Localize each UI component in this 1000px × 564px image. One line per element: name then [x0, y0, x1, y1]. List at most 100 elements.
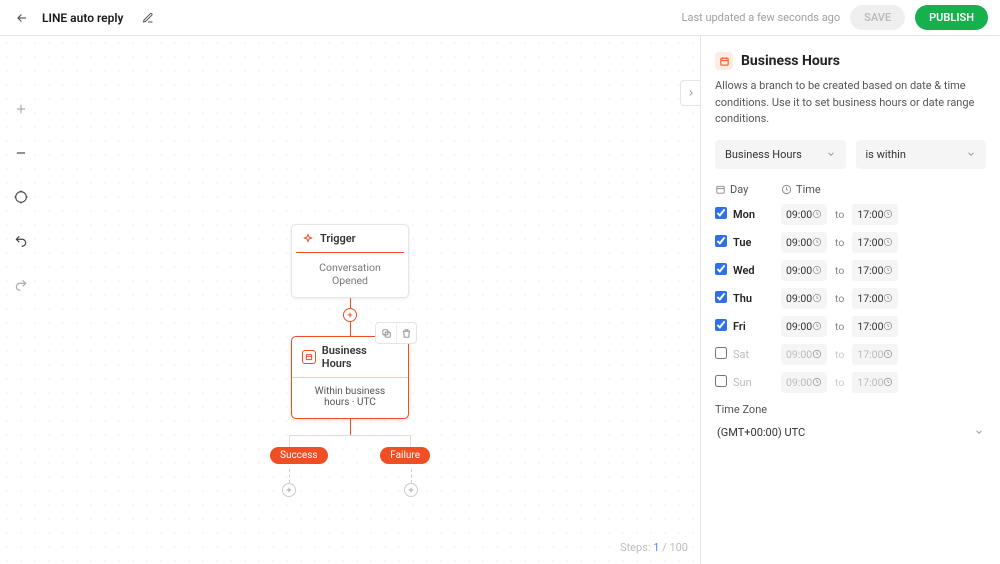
- branch-split: Success Failure: [270, 419, 430, 469]
- schedule-header-row: Day Time: [715, 183, 986, 196]
- condition-operator-select[interactable]: is within: [856, 140, 987, 169]
- steps-current: 1: [653, 541, 659, 554]
- day-enabled-checkbox[interactable]: [715, 319, 727, 331]
- end-time-value: 17:00: [857, 376, 883, 389]
- connector: [289, 435, 411, 436]
- spark-icon: [302, 233, 314, 245]
- add-success-step-button[interactable]: [282, 483, 296, 497]
- add-failure-step-button[interactable]: [404, 483, 418, 497]
- steps-counter: Steps: 1 / 100: [620, 541, 688, 554]
- fit-view-button[interactable]: [10, 186, 32, 208]
- end-time-field[interactable]: 17:00: [852, 260, 898, 281]
- trigger-node[interactable]: Trigger Conversation Opened: [291, 224, 409, 298]
- start-time-field[interactable]: 09:00: [781, 232, 827, 253]
- plus-icon: [346, 311, 354, 319]
- day-name: Wed: [733, 264, 781, 277]
- clock-icon: [781, 184, 792, 195]
- top-bar-left: LINE auto reply: [12, 8, 157, 28]
- undo-icon: [13, 234, 29, 248]
- clock-icon: [812, 265, 822, 275]
- day-name: Sun: [733, 376, 781, 389]
- last-updated-text: Last updated a few seconds ago: [682, 11, 841, 24]
- branch-success-chip[interactable]: Success: [270, 447, 328, 464]
- start-time-value: 09:00: [786, 208, 812, 221]
- business-hours-node[interactable]: Business Hours Within business hours · U…: [291, 336, 409, 419]
- condition-operator-value: is within: [866, 148, 906, 161]
- connector: [289, 469, 290, 483]
- day-name: Tue: [733, 236, 781, 249]
- trigger-event-text: Conversation Opened: [292, 253, 408, 297]
- start-time-field[interactable]: 09:00: [781, 288, 827, 309]
- start-time-field[interactable]: 09:00: [781, 260, 827, 281]
- chevron-right-icon: [686, 88, 696, 98]
- config-panel: Business Hours Allows a branch to be cre…: [700, 36, 1000, 564]
- day-row: Tue09:00to17:00: [715, 232, 986, 253]
- start-time-field: 09:00: [781, 344, 827, 365]
- timezone-value: (GMT+00:00) UTC: [717, 426, 805, 439]
- start-time-value: 09:00: [786, 376, 812, 389]
- add-step-button[interactable]: [343, 308, 357, 322]
- calendar-icon: [715, 184, 726, 195]
- chevron-down-icon: [826, 149, 836, 159]
- connector: [411, 469, 412, 483]
- connector: [350, 419, 351, 435]
- end-time-value: 17:00: [857, 264, 883, 277]
- collapse-panel-button[interactable]: [680, 80, 700, 106]
- trigger-label: Trigger: [320, 232, 356, 245]
- steps-label: Steps:: [620, 541, 650, 554]
- condition-type-select[interactable]: Business Hours: [715, 140, 846, 169]
- start-time-value: 09:00: [786, 348, 812, 361]
- crosshair-icon: [13, 189, 29, 205]
- back-button[interactable]: [12, 8, 32, 28]
- day-row: Fri 09:00 to 17:00: [715, 316, 986, 337]
- end-time-value: 17:00: [857, 208, 883, 221]
- branch-failure-chip[interactable]: Failure: [380, 447, 430, 464]
- start-time-value: 09:00: [786, 292, 812, 305]
- edit-title-button[interactable]: [139, 9, 157, 27]
- connector: [289, 435, 290, 447]
- start-time-value: 09:00: [786, 236, 812, 249]
- start-time-value: 09:00: [786, 320, 812, 333]
- end-time-field[interactable]: 17:00: [852, 232, 898, 253]
- day-name: Mon: [733, 208, 781, 221]
- clock-icon: [812, 321, 822, 331]
- zoom-out-button[interactable]: [10, 142, 32, 164]
- day-enabled-checkbox[interactable]: [715, 235, 727, 247]
- day-row: Sat09:00to17:00: [715, 344, 986, 365]
- end-time-field[interactable]: 17:00: [852, 204, 898, 225]
- day-enabled-checkbox[interactable]: [715, 347, 727, 359]
- day-enabled-checkbox[interactable]: [715, 375, 727, 387]
- end-time-value: 17:00: [857, 292, 883, 305]
- end-time-field[interactable]: 17:00: [852, 316, 898, 337]
- end-time-field: 17:00: [852, 372, 898, 393]
- day-enabled-checkbox[interactable]: [715, 291, 727, 303]
- to-label: to: [835, 376, 844, 389]
- canvas-toolbar: [10, 98, 32, 296]
- end-time-value: 17:00: [857, 236, 883, 249]
- start-time-field[interactable]: 09:00: [781, 204, 827, 225]
- start-time-field: 09:00: [781, 372, 827, 393]
- timezone-select[interactable]: (GMT+00:00) UTC: [715, 422, 986, 443]
- day-enabled-checkbox[interactable]: [715, 263, 727, 275]
- workflow-canvas[interactable]: Trigger Conversation Opened: [0, 36, 700, 564]
- to-label: to: [835, 320, 844, 333]
- top-bar: LINE auto reply Last updated a few secon…: [0, 0, 1000, 36]
- day-row: Sun 09:00 to 17:00: [715, 372, 986, 393]
- end-time-value: 17:00: [857, 320, 883, 333]
- end-time-field: 17:00: [852, 344, 898, 365]
- bh-wrapper: Business Hours Within business hours · U…: [291, 336, 409, 419]
- clock-icon: [883, 265, 893, 275]
- end-time-field[interactable]: 17:00: [852, 288, 898, 309]
- time-header-label: Time: [796, 183, 821, 196]
- day-enabled-checkbox[interactable]: [715, 207, 727, 219]
- delete-node-button[interactable]: [396, 323, 416, 343]
- clock-icon: [883, 321, 893, 331]
- chevron-down-icon: [974, 427, 984, 437]
- start-time-field[interactable]: 09:00: [781, 316, 827, 337]
- copy-node-button[interactable]: [376, 323, 396, 343]
- day-name: Fri: [733, 320, 781, 333]
- flow-container: Trigger Conversation Opened: [270, 224, 430, 497]
- publish-button[interactable]: PUBLISH: [915, 5, 988, 30]
- condition-type-value: Business Hours: [725, 148, 802, 161]
- undo-button[interactable]: [10, 230, 32, 252]
